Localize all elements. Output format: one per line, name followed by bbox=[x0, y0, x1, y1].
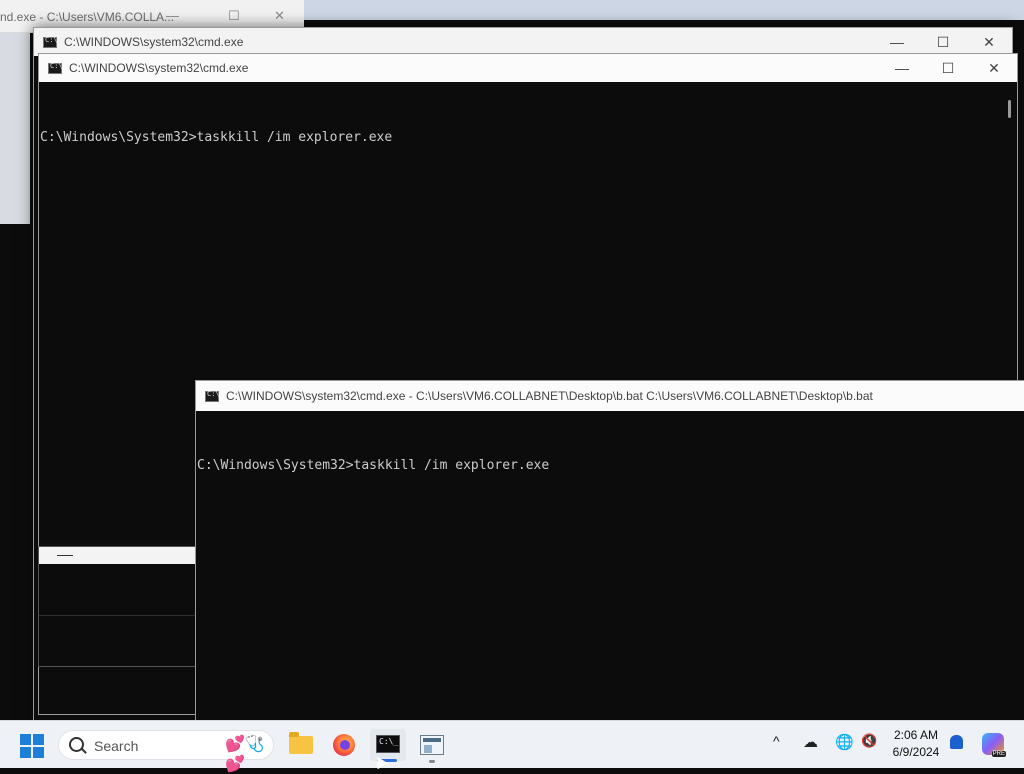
open-app-indicator bbox=[429, 760, 435, 763]
console-line: C:\Windows\System32>taskkill /im explore… bbox=[40, 130, 393, 145]
cmd-icon bbox=[205, 390, 220, 402]
minimize-button[interactable]: — bbox=[879, 54, 925, 82]
copilot-badge: PRE bbox=[991, 751, 1006, 757]
taskbar-app-window[interactable] bbox=[414, 729, 450, 761]
close-button[interactable]: ✕ bbox=[971, 54, 1017, 82]
window-app-icon bbox=[420, 735, 444, 755]
windows-logo-icon bbox=[20, 734, 31, 745]
window-title: C:\WINDOWS\system32\cmd.exe bbox=[69, 61, 249, 75]
clock-date[interactable]: 6/9/2024 bbox=[888, 745, 944, 759]
close-button[interactable]: ✕ bbox=[966, 28, 1012, 56]
maximize-button[interactable]: ☐ bbox=[925, 54, 971, 82]
title-bar[interactable]: C:\WINDOWS\system32\cmd.exe — ☐ ✕ bbox=[34, 28, 1012, 56]
onedrive-offline-icon[interactable]: ☁ bbox=[803, 733, 818, 751]
taskbar-app-file-explorer[interactable] bbox=[283, 729, 319, 761]
window-title: C:\WINDOWS\system32\cmd.exe - C:\Users\V… bbox=[226, 389, 873, 403]
windows-logo-icon bbox=[20, 747, 31, 758]
cmd-icon bbox=[48, 62, 63, 74]
terminal-icon bbox=[376, 735, 400, 753]
background-window-title: nd.exe - C:\Users\VM6.COLLA... bbox=[0, 10, 175, 24]
clock-time[interactable]: 2:06 AM bbox=[890, 728, 942, 742]
hidden-window-fragment bbox=[38, 546, 196, 667]
firefox-icon bbox=[333, 734, 355, 756]
search-icon bbox=[69, 737, 84, 752]
windows-logo-icon bbox=[33, 747, 44, 758]
console-output[interactable]: C:\Windows\System32>taskkill /im explore… bbox=[197, 428, 549, 503]
folder-icon bbox=[289, 732, 313, 754]
windows-logo-icon bbox=[33, 734, 44, 745]
minimize-icon[interactable]: — bbox=[166, 8, 179, 23]
console-output[interactable]: C:\Windows\System32>taskkill /im explore… bbox=[40, 100, 392, 175]
console-line: C:\Windows\System32>taskkill /im explore… bbox=[197, 458, 550, 473]
minimize-icon bbox=[57, 555, 73, 556]
divider bbox=[39, 615, 195, 616]
title-bar[interactable]: C:\WINDOWS\system32\cmd.exe — ☐ ✕ bbox=[39, 54, 1017, 82]
search-highlight-icon: 💕🩺💕 bbox=[225, 736, 265, 773]
search-label: Search bbox=[94, 738, 139, 754]
show-hidden-icons-chevron[interactable]: ^ bbox=[773, 733, 780, 749]
scrollbar-thumb[interactable] bbox=[1008, 100, 1011, 118]
cmd-window-front[interactable]: C:\WINDOWS\system32\cmd.exe - C:\Users\V… bbox=[195, 380, 1024, 721]
maximize-icon[interactable]: ☐ bbox=[228, 8, 240, 24]
maximize-button[interactable]: ☐ bbox=[920, 28, 966, 56]
fragment-title-bar bbox=[39, 547, 195, 564]
notification-bell-icon[interactable] bbox=[950, 735, 963, 749]
close-icon[interactable]: ✕ bbox=[274, 8, 285, 24]
title-bar[interactable]: C:\WINDOWS\system32\cmd.exe - C:\Users\V… bbox=[196, 381, 1024, 411]
cmd-icon bbox=[43, 36, 58, 48]
taskbar-app-firefox[interactable] bbox=[326, 729, 362, 761]
window-title: C:\WINDOWS\system32\cmd.exe bbox=[64, 35, 244, 49]
start-button[interactable] bbox=[20, 734, 44, 758]
network-globe-icon[interactable]: 🌐 bbox=[835, 733, 854, 751]
copilot-icon[interactable]: PRE bbox=[982, 733, 1006, 757]
desktop-background-left bbox=[0, 20, 30, 224]
search-box[interactable]: Search 💕🩺💕 bbox=[58, 730, 274, 773]
volume-muted-icon[interactable]: 🔇 bbox=[861, 733, 877, 749]
minimize-button[interactable]: — bbox=[874, 28, 920, 56]
taskbar-app-command-prompt[interactable] bbox=[370, 729, 406, 761]
